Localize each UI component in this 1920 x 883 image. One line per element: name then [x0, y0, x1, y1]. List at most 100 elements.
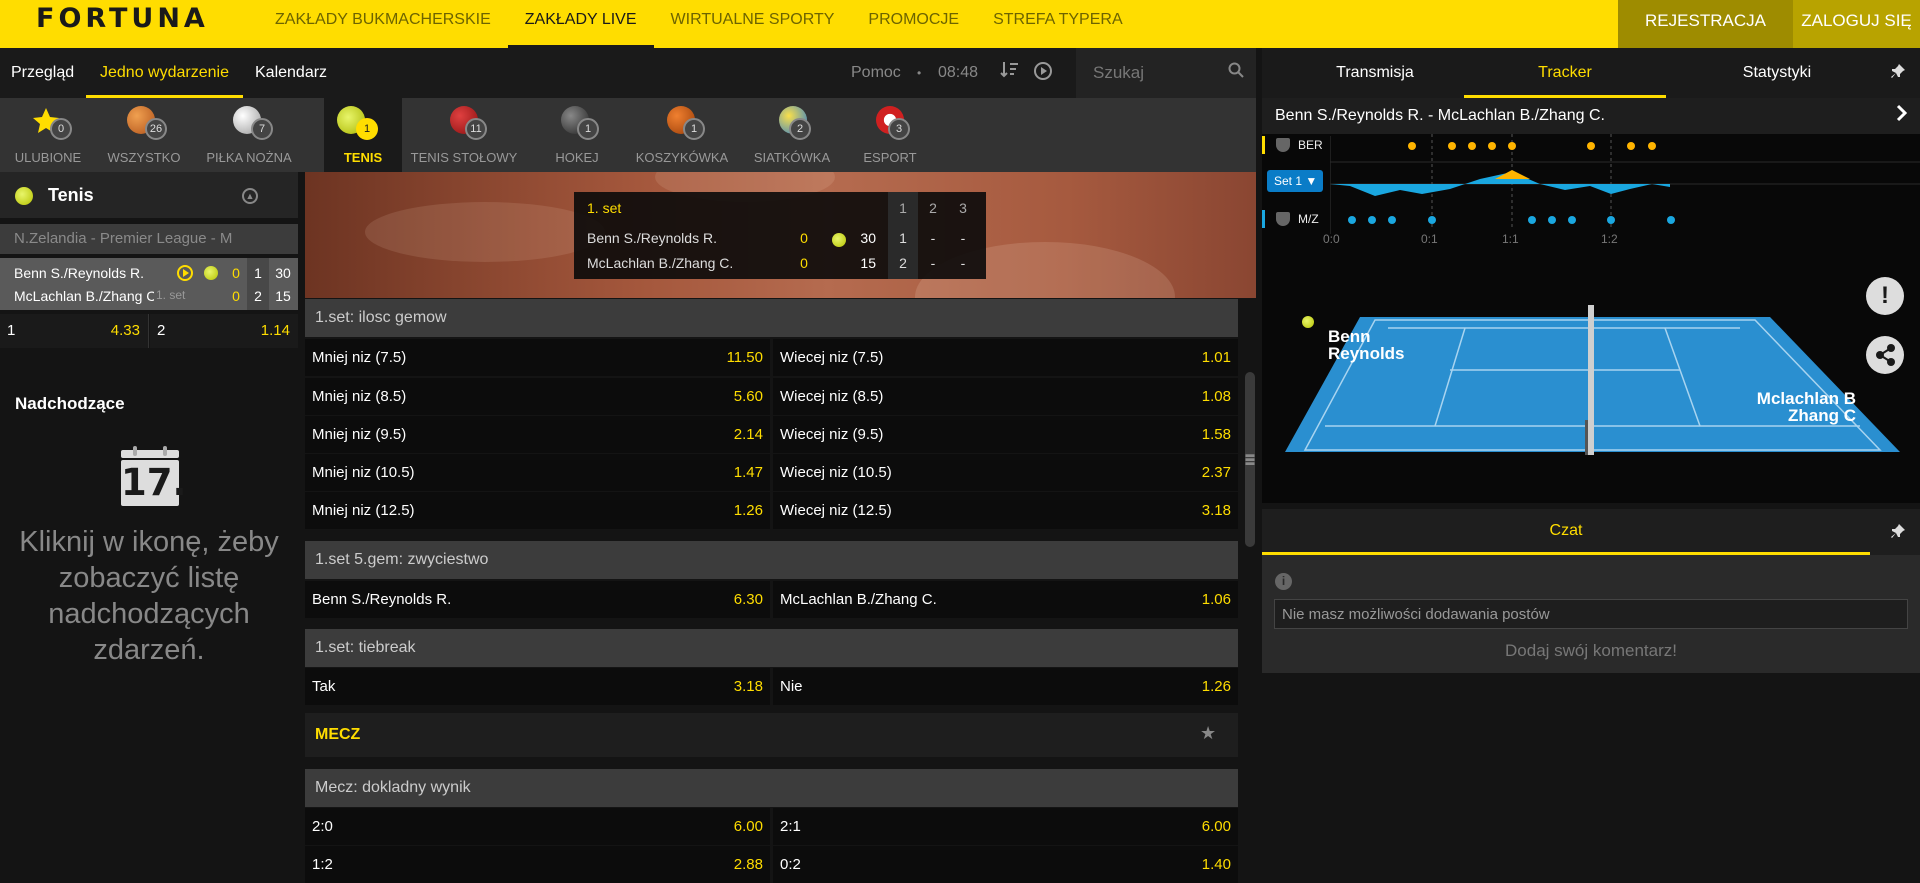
timeline-label: 1:1	[1502, 232, 1519, 246]
odds-cell[interactable]: Wiecej niz (8.5) 1.08	[773, 378, 1238, 415]
market-header[interactable]: 1.set: ilosc gemow	[305, 299, 1238, 337]
odds-value: 11.50	[726, 349, 763, 366]
odds-label: Mniej niz (7.5)	[312, 349, 407, 366]
fortuna-logo[interactable]: FORTUNA	[36, 3, 209, 34]
p2-set1: 2	[899, 255, 907, 271]
odds-cell[interactable]: Wiecej niz (12.5) 3.18	[773, 492, 1238, 529]
nav-promocje[interactable]: PROMOCJE	[851, 0, 976, 48]
nav-wirtualne-sporty[interactable]: WIRTUALNE SPORTY	[654, 0, 852, 48]
nav-strefa-typera[interactable]: STREFA TYPERA	[976, 0, 1140, 48]
chat-body: i Dodaj swój komentarz!	[1262, 555, 1920, 673]
odds-label: 1:2	[312, 856, 333, 873]
tab-kalendarz[interactable]: Kalendarz	[255, 48, 327, 98]
favorite-star-icon[interactable]: ★	[1200, 723, 1216, 744]
odds-cell[interactable]: Mniej niz (10.5) 1.47	[305, 454, 770, 491]
info-icon: i	[1275, 573, 1292, 590]
odds-cell[interactable]: McLachlan B./Zhang C. 1.06	[773, 581, 1238, 618]
odds-cell[interactable]: Wiecej niz (7.5) 1.01	[773, 339, 1238, 376]
odds-label: Nie	[780, 678, 803, 695]
sport-hokej[interactable]: 1 HOKEJ	[535, 98, 619, 172]
sport-pilka-nozna[interactable]: 7 PIŁKA NOŻNA	[192, 98, 306, 172]
sub-navigation: Przegląd Jedno wydarzenie Kalendarz Pomo…	[0, 48, 1076, 98]
chat-input[interactable]	[1274, 599, 1908, 629]
odds-value: 6.30	[733, 591, 763, 608]
login-button[interactable]: ZALOGUJ SIĘ	[1793, 0, 1920, 48]
odds-cell[interactable]: Wiecej niz (10.5) 2.37	[773, 454, 1238, 491]
league-name[interactable]: N.Zelandia - Premier League - M	[0, 224, 298, 254]
scroll-grip-icon[interactable]: ▬ ▬ ▬	[1245, 450, 1255, 467]
odds-cell[interactable]: 1:2 2.88	[305, 846, 770, 883]
odds-away[interactable]: 2 1.14	[150, 314, 298, 348]
court-player-b-line2: Zhang C	[1788, 406, 1856, 425]
odds-label: Wiecej niz (10.5)	[780, 464, 892, 481]
tab-transmisja[interactable]: Transmisja	[1320, 48, 1430, 98]
odds-cell[interactable]: Mniej niz (9.5) 2.14	[305, 416, 770, 453]
count-badge: 7	[251, 118, 273, 140]
p1-set3: -	[960, 230, 966, 246]
sport-siatkowka[interactable]: 2 SIATKÓWKA	[742, 98, 842, 172]
sport-tenis-stolowy[interactable]: 11 TENIS STOŁOWY	[402, 98, 526, 172]
odds-home[interactable]: 1 4.33	[0, 314, 149, 348]
chevron-right-icon[interactable]	[1896, 104, 1908, 127]
live-match-row[interactable]: Benn S./Reynolds R. McLachlan B./Zhang C…	[0, 258, 298, 310]
odds-cell[interactable]: Mniej niz (7.5) 11.50	[305, 339, 770, 376]
point-marker-a	[1448, 142, 1456, 150]
point-marker-a	[1648, 142, 1656, 150]
sport-koszykowka[interactable]: 1 KOSZYKÓWKA	[630, 98, 734, 172]
tab-statystyki[interactable]: Statystyki	[1722, 48, 1832, 98]
odds-label: Mniej niz (10.5)	[312, 464, 415, 481]
set-selector[interactable]: Set 1 ▼	[1267, 170, 1323, 192]
team-a-label: BER	[1298, 138, 1323, 152]
calendar-icon[interactable]: 17.	[121, 446, 187, 506]
odds-label: Mniej niz (8.5)	[312, 388, 407, 405]
alert-icon[interactable]: !	[1866, 277, 1904, 315]
nav-zaklady-live[interactable]: ZAKŁADY LIVE	[507, 0, 654, 48]
tab-czat[interactable]: Czat	[1262, 509, 1870, 555]
tab-tracker[interactable]: Tracker	[1464, 48, 1666, 98]
pin-icon[interactable]	[1890, 523, 1906, 543]
tennis-ball-icon	[15, 187, 33, 205]
team-b-marker	[1262, 210, 1265, 228]
sport-ulubione[interactable]: 0 ULUBIONE	[0, 98, 96, 172]
share-icon[interactable]	[1866, 336, 1904, 374]
odds-cell[interactable]: Mniej niz (12.5) 1.26	[305, 492, 770, 529]
odds-cell[interactable]: Benn S./Reynolds R. 6.30	[305, 581, 770, 618]
sport-wszystko[interactable]: 26 WSZYSTKO	[96, 98, 192, 172]
pin-icon[interactable]	[1890, 63, 1906, 83]
register-button[interactable]: REJESTRACJA	[1618, 0, 1793, 48]
odds-cell[interactable]: 0:2 1.40	[773, 846, 1238, 883]
search-box	[1076, 48, 1256, 98]
odds-cell[interactable]: 2:1 6.00	[773, 808, 1238, 845]
sport-tenis[interactable]: 1 TENIS	[324, 98, 402, 172]
market-header[interactable]: Mecz: dokladny wynik	[305, 769, 1238, 807]
odds-cell[interactable]: Mniej niz (8.5) 5.60	[305, 378, 770, 415]
odds-value: 1.26	[1201, 678, 1231, 695]
player2-name: McLachlan B./Zhang C.	[587, 255, 734, 271]
odds-cell[interactable]: 2:0 6.00	[305, 808, 770, 845]
odds-cell[interactable]: Tak 3.18	[305, 668, 770, 705]
odds-label: Wiecej niz (9.5)	[780, 426, 884, 443]
tab-przeglad[interactable]: Przegląd	[11, 48, 74, 98]
market-header[interactable]: 1.set: tiebreak	[305, 629, 1238, 667]
collapse-icon[interactable]: ▲	[242, 188, 258, 204]
help-link[interactable]: Pomoc	[851, 48, 901, 98]
point-marker-b	[1428, 216, 1436, 224]
odds-cell[interactable]: Wiecej niz (9.5) 1.58	[773, 416, 1238, 453]
p2-games: 0	[800, 255, 808, 271]
sport-esport[interactable]: 3 ESPORT	[848, 98, 932, 172]
tab-jedno-wydarzenie[interactable]: Jedno wydarzenie	[86, 48, 243, 98]
sort-icon[interactable]	[1000, 60, 1020, 85]
search-input[interactable]	[1076, 48, 1226, 98]
market-header[interactable]: 1.set 5.gem: zwyciestwo	[305, 541, 1238, 579]
point-marker-b	[1607, 216, 1615, 224]
search-icon[interactable]	[1228, 62, 1244, 83]
odds-cell[interactable]: Nie 1.26	[773, 668, 1238, 705]
live-stream-icon[interactable]	[177, 265, 193, 281]
add-comment-link[interactable]: Dodaj swój komentarz!	[1262, 641, 1920, 661]
nav-zaklady-bukmacherskie[interactable]: ZAKŁADY BUKMACHERSKIE	[258, 0, 508, 48]
play-circle-icon[interactable]	[1033, 61, 1053, 86]
chevron-down-icon: ▼	[1305, 174, 1318, 188]
odds-value: 1.06	[1201, 591, 1231, 608]
count-badge: 0	[50, 118, 72, 140]
scoreboard: 1. set 1 2 3 Benn S./Reynolds R. 0 30 1 …	[574, 192, 986, 279]
